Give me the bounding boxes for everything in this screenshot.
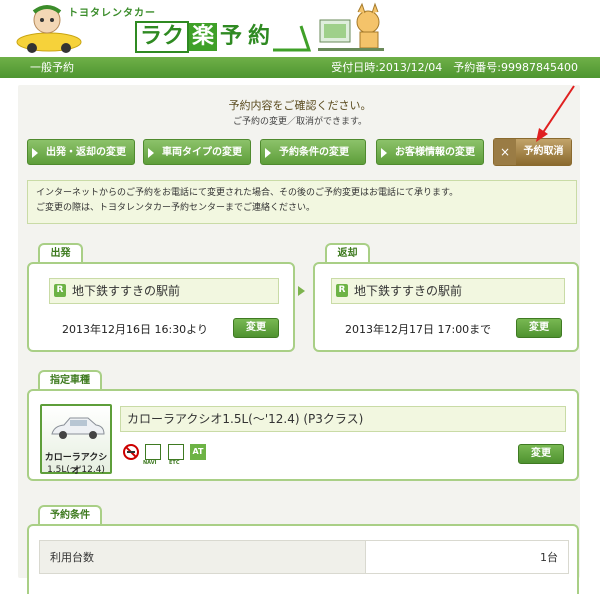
at-icon: AT (190, 444, 206, 460)
table-row: 利用台数 1台 (39, 540, 569, 574)
vehicle-tab: 指定車種 (38, 370, 102, 390)
conditions-table: 利用台数 1台 (39, 540, 569, 574)
brand-part-4: 約 (248, 24, 271, 49)
departure-datetime: 2013年12月16日 16:30より (62, 323, 208, 336)
location-icon: R (54, 284, 66, 297)
brand-logo: ラク 楽 予 約 (135, 21, 313, 53)
navi-icon: NAVI (143, 444, 161, 466)
page-title: 予約内容をご確認ください。 (228, 99, 372, 112)
return-tab: 返却 (325, 243, 370, 263)
reservation-info: 受付日時:2013/12/04 予約番号:99987845400 (331, 61, 578, 74)
change-pickup-return-button[interactable]: 出発・返却の変更 (27, 139, 135, 165)
reservation-type: 一般予約 (30, 61, 74, 74)
brand-swoosh-icon (273, 25, 312, 52)
condition-label: 利用台数 (39, 540, 366, 574)
brand-part-1: ラク (135, 21, 190, 53)
arrow-right-icon (32, 148, 38, 158)
no-smoking-icon (123, 444, 139, 460)
return-location: R 地下鉄すすきの駅前 (331, 278, 565, 304)
notice-line-2: ご変更の際は、トヨタレンタカー予約センターまでご連絡ください。 (36, 203, 316, 213)
change-vehicle-button[interactable]: 変更 (518, 444, 564, 464)
change-vehicle-type-button[interactable]: 車両タイプの変更 (143, 139, 251, 165)
mascot-computer-icon (318, 2, 384, 51)
arrow-right-icon (265, 148, 271, 158)
departure-location: R 地下鉄すすきの駅前 (49, 278, 279, 304)
return-box (313, 262, 579, 352)
annotation-arrow-icon (536, 85, 575, 142)
departure-tab: 出発 (38, 243, 83, 263)
arrow-right-icon (298, 286, 305, 296)
change-return-button[interactable]: 変更 (516, 318, 562, 338)
brand-part-3: 予 (220, 24, 243, 49)
conditions-tab: 予約条件 (38, 505, 102, 525)
close-icon: × (494, 139, 516, 165)
brand-tagline: トヨタレンタカー (68, 8, 156, 19)
car-image-icon (51, 417, 105, 439)
location-icon: R (336, 284, 348, 297)
change-customer-info-button[interactable]: お客様情報の変更 (376, 139, 484, 165)
vehicle-description: カローラアクシオ1.5L(〜'12.4) (P3クラス) (120, 406, 566, 432)
notice-box: インターネットからのご予約をお電話にて変更された場合、その後のご予約変更はお電話… (27, 180, 577, 224)
header: トヨタレンタカー ラク 楽 予 約 (0, 0, 600, 57)
car-name-line-2: 1.5L(〜'12.4) (47, 465, 105, 475)
change-conditions-button[interactable]: 予約条件の変更 (260, 139, 366, 165)
departure-box (27, 262, 295, 352)
change-departure-button[interactable]: 変更 (233, 318, 279, 338)
etc-icon: ETC (168, 444, 184, 466)
status-bar: 一般予約 受付日時:2013/12/04 予約番号:99987845400 (0, 57, 600, 78)
page-subtitle: ご予約の変更／取消ができます。 (232, 117, 368, 127)
arrow-right-icon (381, 148, 387, 158)
arrow-right-icon (148, 148, 154, 158)
car-thumbnail: カローラアクシオ 1.5L(〜'12.4) (40, 404, 112, 476)
return-datetime: 2013年12月17日 17:00まで (345, 323, 492, 336)
condition-value: 1台 (365, 540, 569, 574)
brand-part-2: 楽 (189, 23, 218, 51)
notice-line-1: インターネットからのご予約をお電話にて変更された場合、その後のご予約変更はお電話… (36, 188, 459, 198)
